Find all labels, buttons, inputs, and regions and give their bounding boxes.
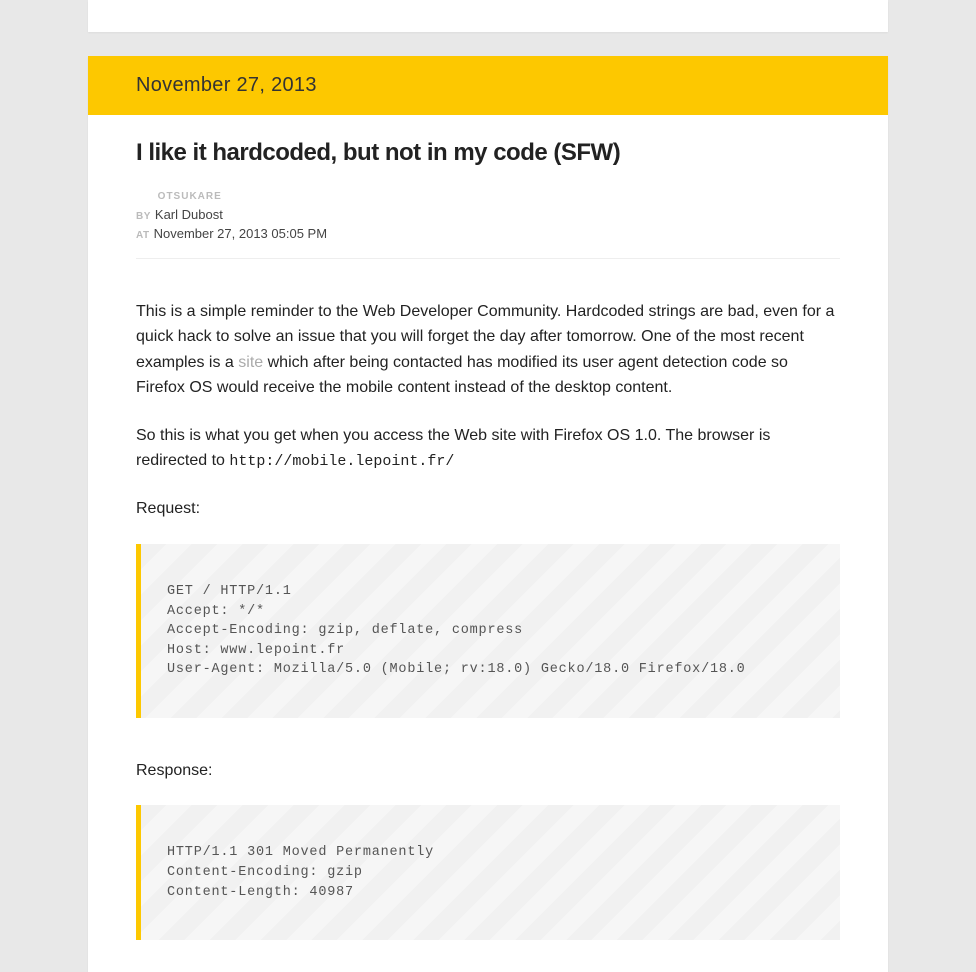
- meta-author[interactable]: Karl Dubost: [155, 207, 223, 222]
- paragraph-2: So this is what you get when you access …: [136, 423, 840, 475]
- article-content: This is a simple reminder to the Web Dev…: [136, 299, 840, 941]
- code-block-request: GET / HTTP/1.1 Accept: */* Accept-Encodi…: [136, 544, 840, 718]
- article-meta: OTSUKARE BY Karl Dubost AT November 27, 20…: [136, 185, 840, 259]
- previous-card-bottom: [88, 0, 888, 32]
- article-title[interactable]: I like it hardcoded, but not in my code …: [136, 139, 840, 167]
- response-label: Response:: [136, 758, 840, 784]
- meta-at-label: AT: [136, 230, 150, 241]
- article-card: November 27, 2013 I like it hardcoded, b…: [88, 56, 888, 972]
- site-link[interactable]: site: [238, 354, 263, 371]
- meta-site-label: OTSUKARE: [158, 191, 222, 202]
- meta-by-label: BY: [136, 211, 151, 222]
- code-block-response: HTTP/1.1 301 Moved Permanently Content-E…: [136, 805, 840, 940]
- request-label: Request:: [136, 496, 840, 522]
- paragraph-1: This is a simple reminder to the Web Dev…: [136, 299, 840, 401]
- date-banner: November 27, 2013: [88, 56, 888, 115]
- meta-timestamp: November 27, 2013 05:05 PM: [154, 226, 327, 241]
- redirect-url-code: http://mobile.lepoint.fr/: [229, 453, 454, 470]
